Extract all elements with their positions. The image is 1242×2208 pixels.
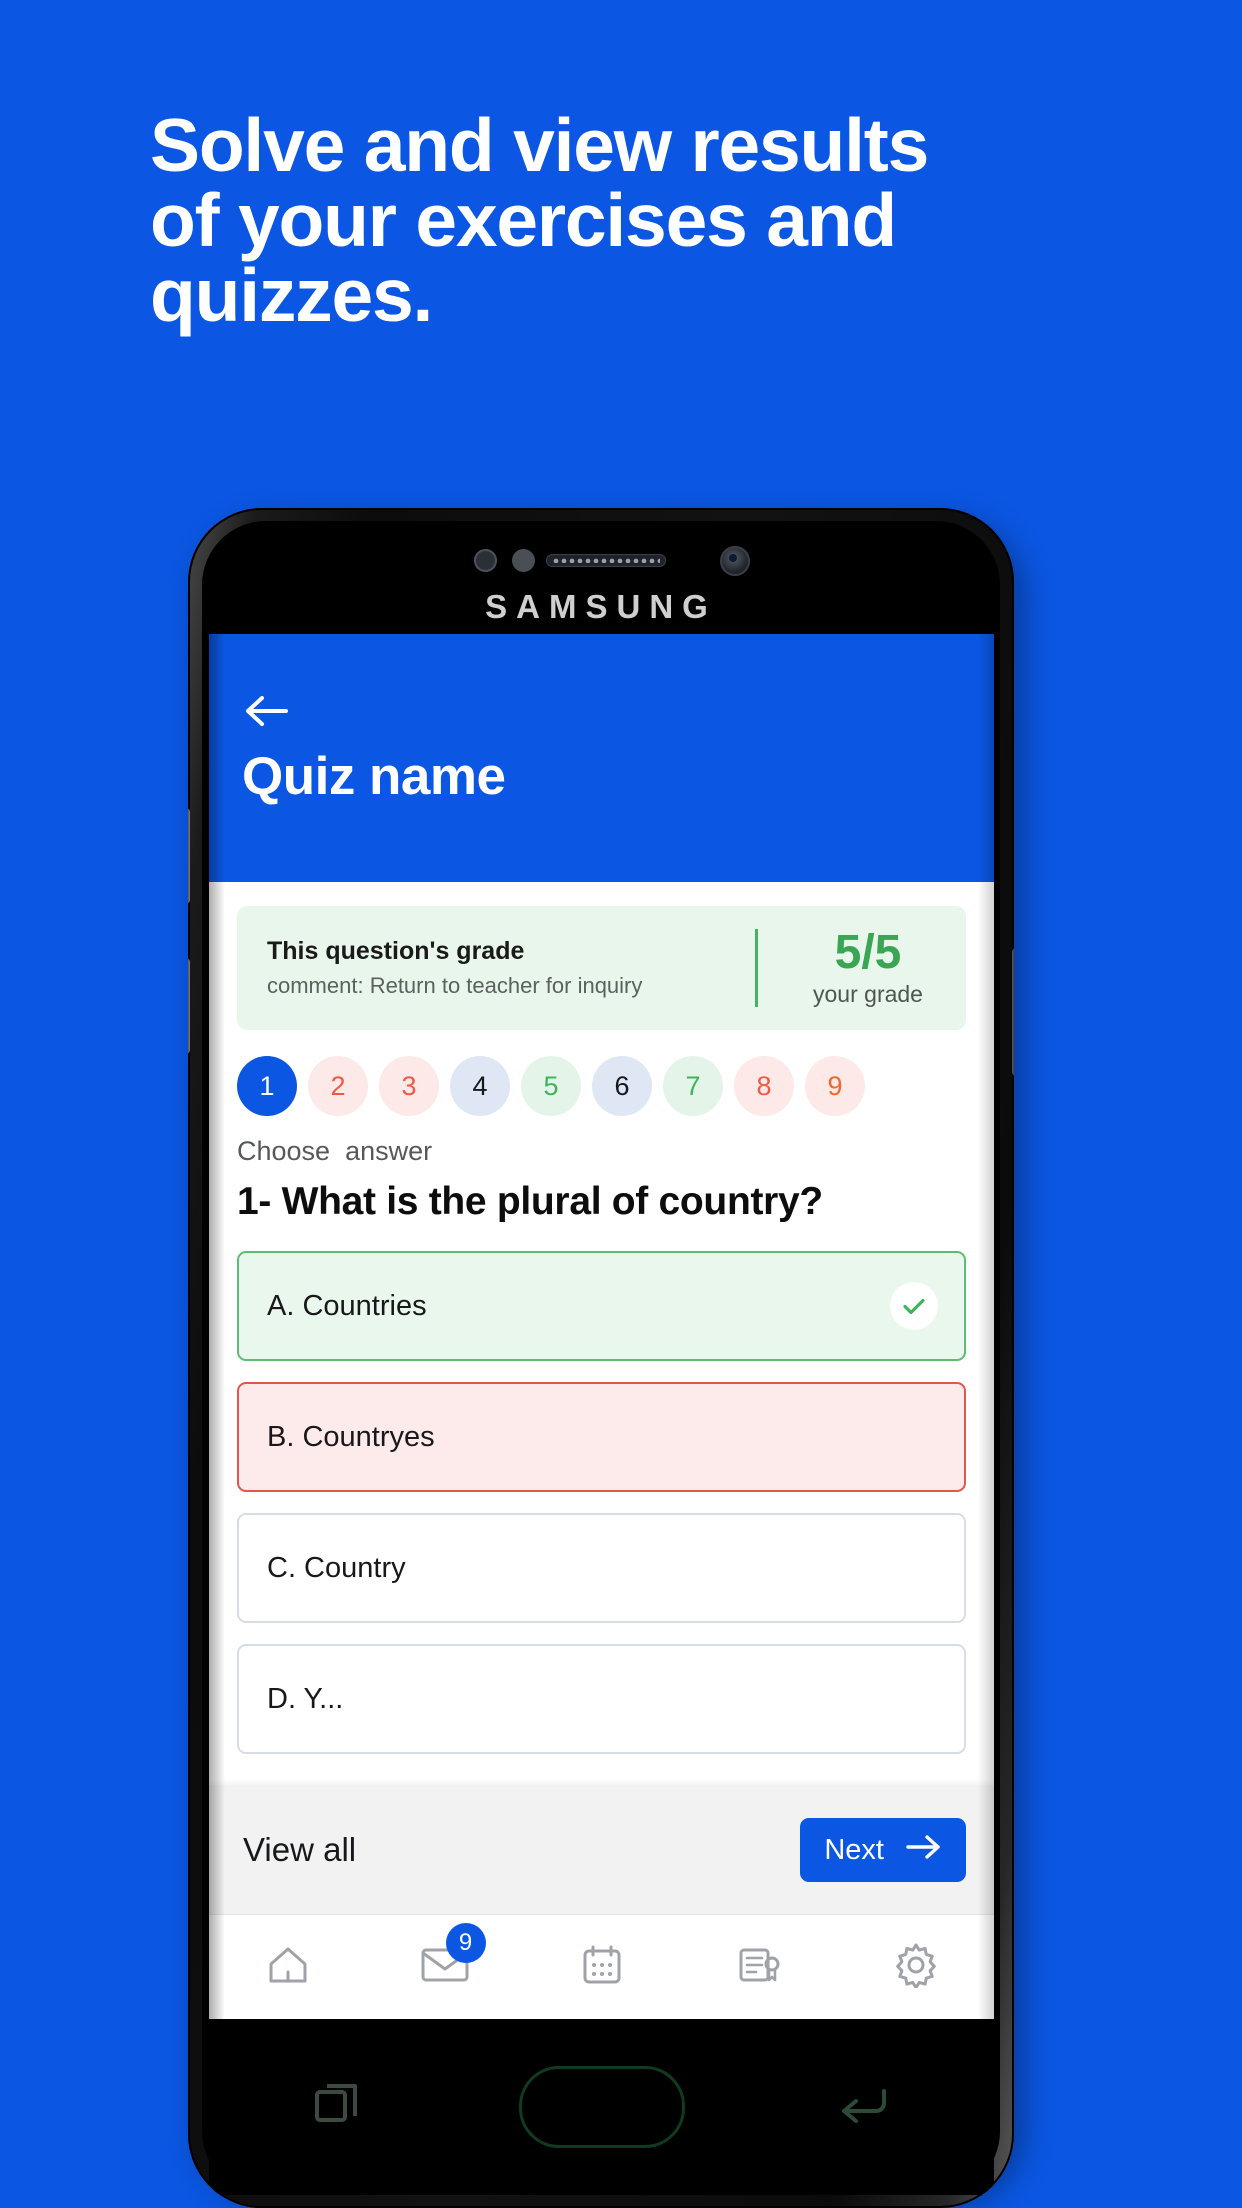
phone-mockup: SAMSUNG Quiz name This question's grade … (188, 508, 1028, 2208)
promo-headline: Solve and view results of your exercises… (150, 108, 1130, 333)
question-pill-7[interactable]: 7 (663, 1056, 723, 1116)
next-button[interactable]: Next (800, 1818, 966, 1882)
home-icon (265, 1942, 311, 1993)
grade-comment: comment: Return to teacher for inquiry (267, 973, 643, 998)
nav-item-settings[interactable] (837, 1915, 994, 2019)
choose-answer-label: Choose answer (237, 1136, 433, 1166)
page-title: Quiz name (242, 747, 506, 806)
question-pill-1[interactable]: 1 (237, 1056, 297, 1116)
question-pill-label: 3 (401, 1070, 417, 1101)
light-sensor-icon (512, 549, 535, 572)
question-pill-label: 4 (472, 1070, 488, 1101)
recents-button[interactable] (209, 2076, 471, 2139)
gear-icon (893, 1942, 939, 1993)
power-button[interactable] (1012, 948, 1014, 1076)
answer-option[interactable]: C. Country (237, 1513, 966, 1624)
question-pill-label: 8 (756, 1070, 772, 1101)
answer-option-label: B. Countryes (267, 1420, 435, 1453)
nav-item-home[interactable] (209, 1915, 366, 2019)
nav-item-certificate[interactable] (680, 1915, 837, 2019)
calendar-icon (580, 1943, 624, 1992)
mail-badge: 9 (445, 1923, 486, 1963)
volume-up-button[interactable] (188, 808, 190, 904)
headline-line-2: of your exercises and (150, 178, 897, 262)
question-pill-label: 9 (827, 1070, 843, 1101)
view-all-button[interactable]: View all (209, 1831, 800, 1869)
grade-score: 5/5 (834, 926, 902, 980)
answer-option[interactable]: B. Countryes (237, 1382, 966, 1493)
question-pill-label: 2 (330, 1070, 346, 1101)
grade-banner: This question's grade comment: Return to… (237, 906, 966, 1030)
question-pills: 1 2 3 4 5 6 7 8 9 (209, 1030, 994, 1116)
bottom-navigation: 9 (209, 1914, 994, 2019)
check-icon (890, 1282, 938, 1331)
device-frame: SAMSUNG Quiz name This question's grade … (188, 508, 1014, 2208)
app-header: Quiz name (209, 634, 994, 882)
question-pill-label: 1 (259, 1070, 275, 1101)
answer-option-label: D. Y... (267, 1682, 344, 1715)
answer-option[interactable]: A. Countries (237, 1251, 966, 1362)
answer-option-label: C. Country (267, 1551, 406, 1584)
nav-item-calendar[interactable] (523, 1915, 680, 2019)
grade-score-label: your grade (813, 980, 923, 1007)
question-pill-label: 7 (685, 1070, 701, 1101)
question-pill-5[interactable]: 5 (521, 1056, 581, 1116)
grade-divider (755, 929, 758, 1007)
action-bar: View all Next (209, 1785, 994, 1915)
certificate-icon (736, 1943, 782, 1992)
back-button[interactable] (732, 2083, 994, 2132)
question-pill-label: 6 (614, 1070, 630, 1101)
volume-down-button[interactable] (188, 958, 190, 1054)
question-pill-label: 5 (543, 1070, 559, 1101)
speaker-grille (552, 558, 660, 563)
sensor-row (188, 541, 1014, 581)
grade-score-block: 5/5 your grade (784, 926, 966, 1007)
grade-info: This question's grade comment: Return to… (237, 937, 755, 999)
question-pill-2[interactable]: 2 (308, 1056, 368, 1116)
android-navigation-bar (209, 2019, 994, 2195)
question-pill-4[interactable]: 4 (450, 1056, 510, 1116)
front-camera-icon (720, 546, 750, 576)
answer-option-label: A. Countries (267, 1289, 427, 1322)
grade-title: This question's grade (267, 937, 525, 965)
question-pill-6[interactable]: 6 (592, 1056, 652, 1116)
back-icon (834, 2083, 892, 2132)
answer-options: A. Countries B. Countryes C. Country D. Y..… (209, 1225, 994, 1755)
back-arrow-icon[interactable] (244, 694, 290, 728)
quiz-content: This question's grade comment: Return to… (209, 906, 994, 1755)
headline-line-3: quizzes. (150, 253, 433, 337)
nav-item-mail[interactable]: 9 (366, 1915, 523, 2019)
question-pill-9[interactable]: 9 (805, 1056, 865, 1116)
headline-line-1: Solve and view results (150, 103, 929, 187)
home-button[interactable] (471, 2066, 733, 2148)
phone-screen: Quiz name This question's grade comment:… (209, 634, 994, 2019)
question-text: 1- What is the plural of country? (237, 1180, 823, 1223)
arrow-right-icon (906, 1834, 942, 1867)
question-pill-8[interactable]: 8 (734, 1056, 794, 1116)
proximity-sensor-icon (474, 549, 497, 572)
home-pill-icon (518, 2066, 685, 2148)
next-button-label: Next (824, 1833, 884, 1866)
answer-option[interactable]: D. Y... (237, 1644, 966, 1755)
recents-icon (311, 2076, 369, 2139)
device-brand-label: SAMSUNG (485, 588, 717, 625)
question-pill-3[interactable]: 3 (379, 1056, 439, 1116)
